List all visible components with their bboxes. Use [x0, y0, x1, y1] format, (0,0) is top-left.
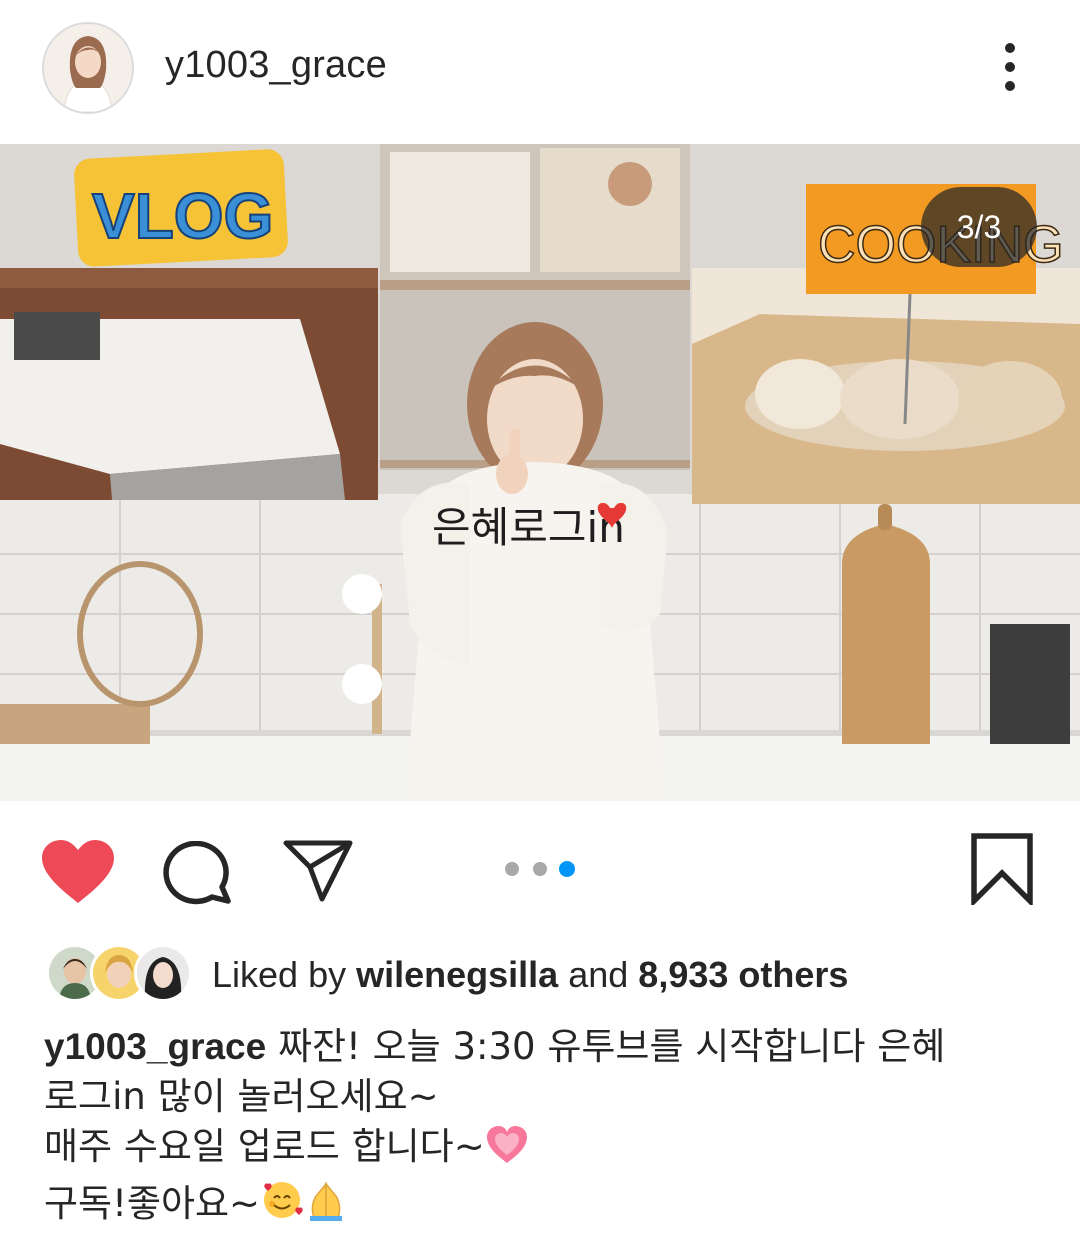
first-liker-username[interactable]: wilenegsilla: [356, 954, 558, 995]
growing-heart-emoji: [485, 1125, 529, 1178]
more-vertical-icon: [1005, 43, 1015, 91]
avatar-image: [44, 24, 132, 112]
caption-username[interactable]: y1003_grace: [44, 1026, 266, 1067]
caption-line-4: 구독!좋아요~: [44, 1178, 1054, 1235]
vlog-title-text: 은혜로그in: [432, 503, 625, 552]
carousel-dots: [503, 861, 583, 877]
profile-avatar[interactable]: [42, 22, 134, 114]
caption-line-1: y1003_grace 짜잔! 오늘 3:30 유투브를 시작합니다 은혜: [44, 1022, 1054, 1072]
likes-others-count[interactable]: 8,933 others: [638, 954, 848, 995]
caption-text-3: 매주 수요일 업로드 합니다~: [44, 1125, 485, 1168]
post-image[interactable]: VLOG COOKING 은혜로그in 3/3: [0, 144, 1080, 801]
likes-summary[interactable]: Liked by wilenegsilla and 8,933 others: [212, 954, 848, 996]
caption-text-4: 구독!좋아요~: [44, 1182, 261, 1225]
post-caption: y1003_grace 짜잔! 오늘 3:30 유투브를 시작합니다 은혜 로그…: [44, 1022, 1054, 1235]
comment-icon: [163, 840, 231, 905]
likes-row: Liked by wilenegsilla and 8,933 others: [0, 940, 1080, 1010]
post-action-bar: [0, 801, 1080, 941]
caption-text-1: 짜잔! 오늘 3:30 유투브를 시작합니다 은혜: [266, 1025, 946, 1068]
comment-button[interactable]: [162, 840, 234, 905]
share-icon: [283, 840, 353, 902]
liker-avatar-3[interactable]: [134, 944, 192, 1002]
folded-hands-emoji: [304, 1178, 348, 1235]
save-button[interactable]: [970, 833, 1034, 908]
carousel-counter: 3/3: [921, 187, 1037, 267]
likes-and: and: [568, 954, 629, 995]
smiling-hearts-emoji: [260, 1178, 304, 1235]
carousel-dot-indicators: [505, 861, 575, 877]
vlog-sticker-text: VLOG: [92, 180, 273, 252]
post-header: y1003_grace: [0, 0, 1080, 144]
bookmark-icon: [971, 833, 1033, 908]
liker-avatar-image: [137, 947, 189, 999]
heart-icon: [42, 840, 114, 903]
post-username[interactable]: y1003_grace: [165, 44, 387, 87]
share-button[interactable]: [282, 839, 354, 903]
likes-prefix: Liked by: [212, 954, 347, 995]
caption-line-2: 로그in 많이 놀러오세요~: [44, 1075, 439, 1118]
vlog-thumbnail-image: VLOG COOKING 은혜로그in: [0, 144, 1080, 801]
more-options-button[interactable]: [990, 38, 1030, 98]
caption-line-3: 매주 수요일 업로드 합니다~: [44, 1122, 1054, 1178]
like-button[interactable]: [40, 839, 116, 905]
